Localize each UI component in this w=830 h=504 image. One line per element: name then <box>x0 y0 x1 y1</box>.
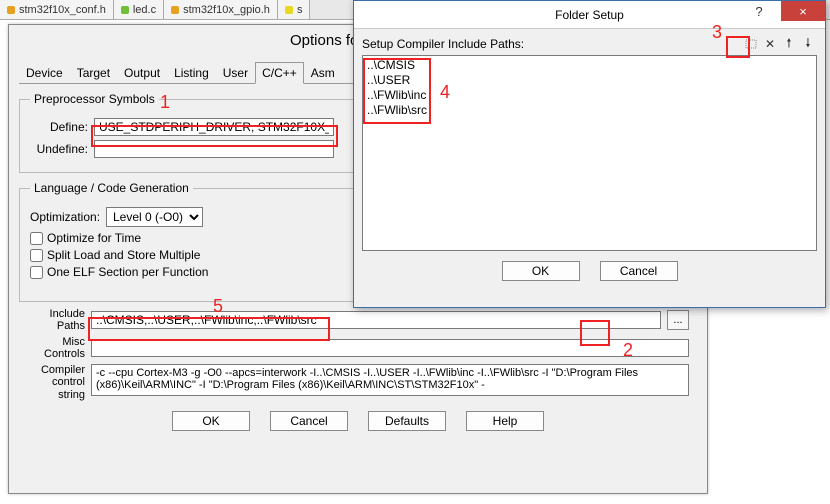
file-tab-label: s <box>297 4 303 16</box>
file-tab-label: stm32f10x_gpio.h <box>183 4 270 16</box>
file-tab[interactable]: stm32f10x_conf.h <box>0 0 114 19</box>
misc-controls-label: Misc Controls <box>27 336 85 360</box>
help-button[interactable]: Help <box>466 411 544 431</box>
ok-button[interactable]: OK <box>172 411 250 431</box>
misc-controls-input[interactable] <box>91 339 689 357</box>
check-optimize-time[interactable]: Optimize for Time <box>30 231 348 245</box>
cancel-button[interactable]: Cancel <box>600 261 678 281</box>
include-paths-browse-button[interactable]: ... <box>667 310 689 330</box>
titlebar[interactable]: Folder Setup ? × <box>354 1 825 29</box>
checkbox[interactable] <box>30 266 43 279</box>
help-button[interactable]: ? <box>737 1 781 21</box>
optimization-label: Optimization: <box>30 210 100 224</box>
question-icon: ? <box>755 4 762 19</box>
file-tab-label: stm32f10x_conf.h <box>19 4 106 16</box>
list-item[interactable]: ..\FWlib\src <box>367 103 812 118</box>
ok-button[interactable]: OK <box>502 261 580 281</box>
defaults-button[interactable]: Defaults <box>368 411 446 431</box>
compiler-string-display: -c --cpu Cortex-M3 -g -O0 --apcs=interwo… <box>91 364 689 396</box>
tab-user[interactable]: User <box>216 62 255 84</box>
file-tab[interactable]: led.c <box>114 0 164 19</box>
delete-icon[interactable]: ✕ <box>761 35 779 53</box>
file-tab-label: led.c <box>133 4 156 16</box>
define-input[interactable] <box>94 118 334 136</box>
file-tab[interactable]: stm32f10x_gpio.h <box>164 0 278 19</box>
check-one-elf[interactable]: One ELF Section per Function <box>30 265 348 279</box>
undefine-input[interactable] <box>94 140 334 158</box>
define-label: Define: <box>30 120 88 134</box>
annotation-number: 2 <box>623 340 633 361</box>
cancel-button[interactable]: Cancel <box>270 411 348 431</box>
checkbox[interactable] <box>30 249 43 262</box>
annotation-number: 3 <box>712 22 722 43</box>
annotation-number: 4 <box>440 82 450 103</box>
close-button[interactable]: × <box>781 1 825 21</box>
undefine-label: Undefine: <box>30 142 88 156</box>
tab-asm[interactable]: Asm <box>304 62 342 84</box>
file-icon <box>285 6 293 14</box>
file-tab[interactable]: s <box>278 0 311 19</box>
tab-output[interactable]: Output <box>117 62 167 84</box>
check-label: Optimize for Time <box>47 231 141 245</box>
check-split-load[interactable]: Split Load and Store Multiple <box>30 248 348 262</box>
arrow-down-icon[interactable]: 🠗 <box>799 35 817 53</box>
annotation-number: 1 <box>160 92 170 113</box>
arrow-up-icon[interactable]: 🠕 <box>780 35 798 53</box>
file-icon <box>7 6 15 14</box>
toolbar-label: Setup Compiler Include Paths: <box>362 37 524 51</box>
compiler-string-label: Compiler control string <box>27 364 85 400</box>
checkbox[interactable] <box>30 232 43 245</box>
list-item[interactable]: ..\USER <box>367 73 812 88</box>
annotation-number: 5 <box>213 296 223 317</box>
list-item[interactable]: ..\FWlib\inc <box>367 88 812 103</box>
include-paths-label: Include Paths <box>27 308 85 332</box>
include-paths-list[interactable]: ..\CMSIS ..\USER ..\FWlib\inc ..\FWlib\s… <box>362 55 817 251</box>
check-label: Split Load and Store Multiple <box>47 248 200 262</box>
file-icon <box>121 6 129 14</box>
tab-device[interactable]: Device <box>19 62 70 84</box>
tab-c-cpp[interactable]: C/C++ <box>255 62 304 84</box>
close-icon: × <box>799 4 807 19</box>
list-item[interactable]: ..\CMSIS <box>367 58 812 73</box>
check-label: One ELF Section per Function <box>47 265 208 279</box>
preprocessor-legend: Preprocessor Symbols <box>30 92 159 106</box>
codegen-legend: Language / Code Generation <box>30 181 193 195</box>
tab-target[interactable]: Target <box>70 62 117 84</box>
folder-setup-dialog: Folder Setup ? × Setup Compiler Include … <box>353 0 826 308</box>
include-paths-input[interactable] <box>91 311 661 329</box>
new-folder-icon[interactable] <box>742 35 760 53</box>
file-icon <box>171 6 179 14</box>
tab-listing[interactable]: Listing <box>167 62 216 84</box>
optimization-select[interactable]: Level 0 (-O0) <box>106 207 203 227</box>
